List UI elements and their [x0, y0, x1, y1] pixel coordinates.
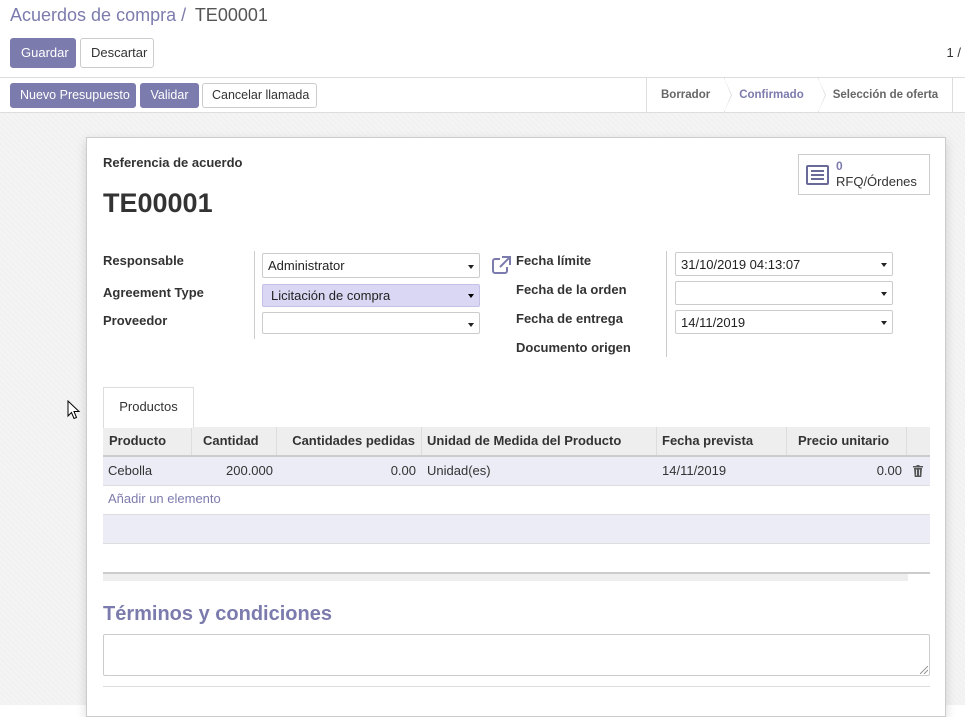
- agreement-type-label: Agreement Type: [103, 285, 204, 300]
- stage-label: Borrador: [661, 89, 711, 101]
- table-footer: [103, 572, 930, 581]
- terms-title: Términos y condiciones: [103, 603, 332, 625]
- cell-producto: Cebolla: [108, 463, 153, 478]
- responsable-value: Administrator: [268, 258, 345, 273]
- stage-label: Confirmado: [739, 89, 804, 101]
- table-header: Producto Cantidad Cantidades pedidas Uni…: [103, 427, 930, 457]
- resize-grip-icon[interactable]: [920, 666, 928, 674]
- column-header-cantidad[interactable]: Cantidad: [192, 427, 277, 455]
- documento-origen-label: Documento origen: [516, 340, 631, 355]
- form-sheet: Referencia de acuerdo TE00001 0 RFQ/Órde…: [86, 137, 946, 717]
- field-divider: [666, 251, 667, 357]
- chevron-down-icon: [468, 265, 474, 269]
- rfq-count: 0: [836, 159, 843, 173]
- column-header-precio-unitario[interactable]: Precio unitario: [787, 427, 907, 455]
- pager[interactable]: 1 /: [947, 45, 961, 60]
- validate-button[interactable]: Validar: [140, 83, 199, 108]
- fecha-limite-input[interactable]: 31/10/2019 04:13:07: [675, 252, 893, 276]
- terms-textarea[interactable]: [103, 634, 930, 676]
- fecha-limite-label: Fecha límite: [516, 253, 592, 268]
- save-button[interactable]: Guardar: [10, 38, 76, 68]
- cancel-call-button[interactable]: Cancelar llamada: [202, 83, 317, 108]
- stage-confirmado[interactable]: Confirmado: [725, 78, 826, 112]
- tab-productos[interactable]: Productos: [103, 387, 194, 428]
- proveedor-select[interactable]: [262, 312, 480, 334]
- list-icon: [806, 165, 829, 185]
- agreement-type-value: Licitación de compra: [271, 288, 391, 303]
- stage-seleccion-oferta[interactable]: Selección de oferta: [819, 78, 954, 112]
- mouse-cursor-icon: [67, 400, 81, 420]
- chevron-down-icon: [881, 263, 887, 267]
- chevron-down-icon: [881, 292, 887, 296]
- column-header-cantidades-pedidas[interactable]: Cantidades pedidas: [277, 427, 422, 455]
- chevron-down-icon: [881, 321, 887, 325]
- table-row-empty: [103, 514, 930, 544]
- fecha-entrega-label: Fecha de entrega: [516, 311, 623, 326]
- reference-value: TE00001: [103, 188, 213, 218]
- stage-bar: Borrador Confirmado Selección de oferta: [646, 78, 954, 112]
- table-row[interactable]: Cebolla 200.000 0.00 Unidad(es) 14/11/20…: [103, 457, 930, 486]
- cell-cantidades-pedidas: 0.00: [390, 463, 416, 478]
- fecha-limite-value: 31/10/2019 04:13:07: [681, 257, 801, 272]
- field-divider: [254, 251, 255, 339]
- fecha-entrega-value: 14/11/2019: [681, 315, 746, 330]
- cell-precio-unitario: 0.00: [876, 463, 902, 478]
- column-header-uom[interactable]: Unidad de Medida del Producto: [422, 427, 657, 455]
- fecha-orden-input[interactable]: [675, 281, 893, 305]
- discard-button[interactable]: Descartar: [80, 38, 154, 68]
- column-header-fecha-prevista[interactable]: Fecha prevista: [657, 427, 787, 455]
- external-link-icon[interactable]: [491, 254, 513, 276]
- rfq-label: RFQ/Órdenes: [836, 174, 917, 189]
- stage-borrador[interactable]: Borrador: [647, 78, 733, 112]
- new-quote-button[interactable]: Nuevo Presupuesto: [10, 83, 136, 108]
- proveedor-label: Proveedor: [103, 313, 168, 328]
- responsable-select[interactable]: Administrator: [262, 253, 480, 278]
- agreement-type-select[interactable]: Licitación de compra: [262, 284, 480, 307]
- statusbar: Nuevo Presupuesto Validar Cancelar llama…: [0, 78, 965, 113]
- cell-uom: Unidad(es): [427, 463, 491, 478]
- breadcrumb-current: TE00001: [194, 5, 268, 25]
- column-header-producto[interactable]: Producto: [103, 427, 192, 455]
- control-panel: Acuerdos de compra / TE00001 Guardar Des…: [0, 0, 965, 78]
- rfq-orders-smart-button[interactable]: 0 RFQ/Órdenes: [798, 154, 930, 195]
- cell-fecha-prevista: 14/11/2019: [662, 463, 727, 478]
- fecha-entrega-input[interactable]: 14/11/2019: [675, 310, 893, 334]
- breadcrumb-parent-link[interactable]: Acuerdos de compra: [10, 5, 176, 25]
- stage-label: Selección de oferta: [832, 89, 939, 101]
- breadcrumb-separator: /: [181, 5, 187, 25]
- reference-label: Referencia de acuerdo: [103, 155, 243, 170]
- chevron-down-icon: [468, 294, 474, 298]
- divider: [103, 686, 930, 687]
- breadcrumb: Acuerdos de compra / TE00001: [10, 5, 268, 26]
- cell-cantidad: 200.000: [226, 463, 273, 478]
- fecha-orden-label: Fecha de la orden: [516, 282, 627, 297]
- add-line-link[interactable]: Añadir un elemento: [108, 491, 221, 506]
- trash-icon[interactable]: [913, 465, 923, 477]
- responsable-label: Responsable: [103, 253, 184, 268]
- chevron-down-icon: [468, 323, 474, 327]
